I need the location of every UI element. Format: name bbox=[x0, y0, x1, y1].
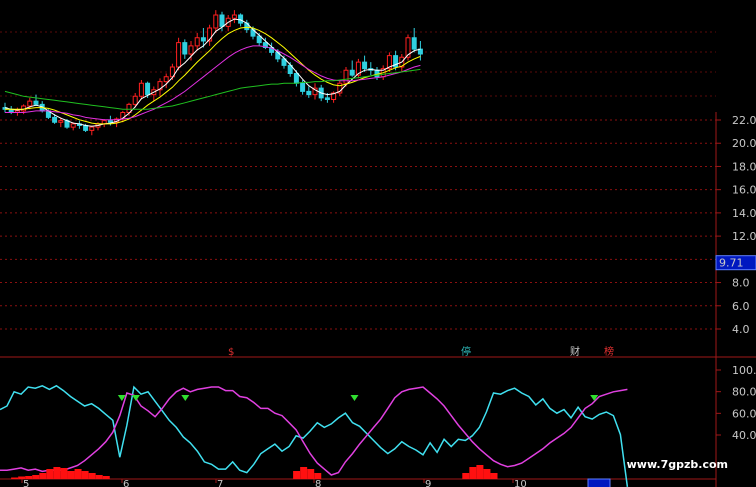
histogram-bar bbox=[67, 471, 75, 479]
candle-body bbox=[219, 14, 225, 27]
candle-body bbox=[138, 82, 144, 97]
candle-body bbox=[33, 100, 39, 105]
event-marker: 停 bbox=[461, 345, 471, 358]
event-marker: 财 bbox=[570, 345, 580, 358]
x-tick-label: 7 bbox=[217, 479, 223, 487]
histogram-bar bbox=[300, 467, 308, 479]
histogram-bar bbox=[32, 475, 40, 479]
candle-body bbox=[52, 116, 58, 123]
histogram-bar bbox=[476, 465, 484, 479]
histogram-bar bbox=[60, 468, 68, 479]
histogram-bar bbox=[11, 477, 19, 479]
signal-triangle bbox=[350, 395, 359, 401]
candle-body bbox=[107, 120, 113, 123]
histogram-bar bbox=[53, 467, 61, 479]
price-tick-label: 16.0 bbox=[732, 184, 756, 197]
histogram-bar bbox=[102, 476, 110, 479]
candle-body bbox=[194, 37, 200, 47]
histogram-bar bbox=[95, 475, 103, 479]
candle-body bbox=[362, 61, 368, 70]
histogram-bar bbox=[490, 473, 498, 479]
histogram-bar bbox=[88, 473, 96, 479]
candle-body bbox=[89, 126, 95, 131]
price-tick-label: 14.0 bbox=[732, 207, 756, 220]
candle-body bbox=[238, 14, 244, 24]
candle-body bbox=[231, 14, 237, 19]
histogram-bar bbox=[46, 469, 54, 479]
price-tick-label: 8.0 bbox=[732, 277, 750, 290]
osc-tick-label: 80.0 bbox=[732, 386, 756, 399]
x-current-box bbox=[587, 478, 611, 487]
price-tick-label: 22.0 bbox=[732, 114, 756, 127]
histogram-bar bbox=[74, 469, 82, 479]
candle-body bbox=[411, 37, 417, 50]
candle-body bbox=[300, 82, 306, 92]
x-tick-label: 5 bbox=[23, 479, 29, 487]
signal-triangle bbox=[131, 395, 140, 401]
candle-body bbox=[83, 125, 89, 131]
candle-body bbox=[324, 97, 330, 100]
histogram-bar bbox=[483, 469, 491, 479]
price-tick-label: 12.0 bbox=[732, 230, 756, 243]
moving-average-line bbox=[5, 45, 421, 121]
candle-body bbox=[58, 120, 64, 123]
candle-body bbox=[163, 76, 169, 83]
osc-tick-label: 60.0 bbox=[732, 407, 756, 420]
price-tick-label: 18.0 bbox=[732, 160, 756, 173]
x-tick-label: 8 bbox=[315, 479, 321, 487]
histogram-bar bbox=[293, 471, 301, 479]
candle-body bbox=[188, 45, 194, 55]
price-tick-label: 6.0 bbox=[732, 300, 750, 313]
watermark: www.7gpzb.com bbox=[626, 458, 728, 471]
oscillator-line bbox=[0, 386, 628, 476]
candle-body bbox=[132, 95, 138, 105]
event-marker: $ bbox=[228, 347, 234, 358]
candle-body bbox=[213, 14, 219, 29]
candle-body bbox=[176, 42, 182, 68]
candle-body bbox=[349, 69, 355, 76]
stock-chart: 22.020.018.016.014.012.010.08.06.04.09.7… bbox=[0, 10, 756, 487]
x-tick-label: 6 bbox=[123, 479, 129, 487]
x-tick-label: 10 bbox=[514, 479, 527, 487]
histogram-bar bbox=[307, 469, 315, 479]
candle-body bbox=[293, 73, 299, 84]
candle-body bbox=[182, 42, 188, 55]
candle-body bbox=[200, 37, 206, 42]
histogram-bar bbox=[39, 473, 47, 479]
event-marker: 榜 bbox=[604, 345, 614, 358]
candle-body bbox=[306, 90, 312, 96]
osc-tick-label: 40.0 bbox=[732, 429, 756, 442]
candle-body bbox=[27, 100, 33, 107]
candle-body bbox=[145, 82, 151, 96]
current-price-label: 9.71 bbox=[719, 257, 744, 270]
histogram-bar bbox=[462, 473, 470, 479]
candle-body bbox=[70, 123, 76, 128]
x-tick-label: 9 bbox=[425, 479, 431, 487]
price-tick-label: 4.0 bbox=[732, 323, 750, 336]
signal-triangle bbox=[181, 395, 190, 401]
osc-tick-label: 100. bbox=[732, 364, 756, 377]
histogram-bar bbox=[81, 471, 89, 479]
price-tick-label: 20.0 bbox=[732, 137, 756, 150]
histogram-bar bbox=[469, 467, 477, 479]
